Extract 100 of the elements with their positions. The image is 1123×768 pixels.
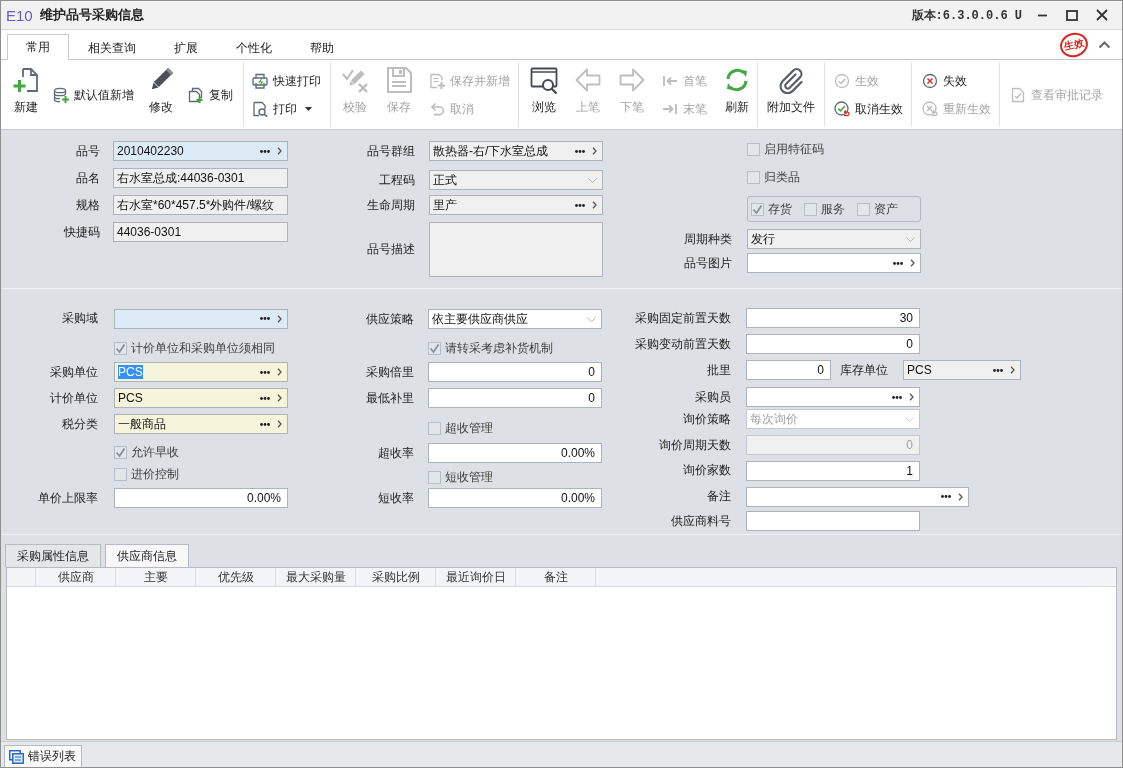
toolbar-button[interactable]: 新建 xyxy=(12,62,40,114)
app-logo: E10 xyxy=(6,6,33,24)
number-field[interactable]: 0 xyxy=(428,362,602,382)
checkbox[interactable] xyxy=(114,467,127,481)
dropdown-field[interactable]: 发行 xyxy=(747,229,921,249)
column-header: 备注 xyxy=(516,568,596,586)
checkbox[interactable] xyxy=(804,202,817,216)
field-label: 快捷码 xyxy=(64,223,100,241)
ellipsis-icon xyxy=(993,368,1003,372)
field-label: 短收率 xyxy=(378,489,414,507)
field-label: 采购员 xyxy=(695,388,731,406)
toolbar-button[interactable]: 失效 xyxy=(922,69,967,92)
lookup-field[interactable]: 一般商品 xyxy=(114,414,288,434)
lookup-field[interactable] xyxy=(114,308,288,329)
field-label: 批里 xyxy=(707,361,731,379)
checkbox[interactable] xyxy=(747,170,760,184)
number-field[interactable]: 0.00% xyxy=(428,488,602,508)
toolbar-button[interactable]: 刷新 xyxy=(723,62,751,114)
lookup-field[interactable] xyxy=(747,253,921,273)
field-label: 品名 xyxy=(76,169,100,187)
checkbox[interactable] xyxy=(114,445,127,459)
panel-tab[interactable]: 错误列表 xyxy=(4,745,82,767)
checkbox[interactable] xyxy=(857,202,870,216)
toolbar-button[interactable]: 默认值新增 xyxy=(53,83,134,106)
field-label: 询价周期天数 xyxy=(659,436,731,454)
ribbon-tab[interactable]: 扩展 xyxy=(155,35,217,60)
text-field[interactable]: 44036-0301 xyxy=(113,222,288,242)
number-field[interactable]: 1 xyxy=(746,460,920,481)
number-field[interactable]: 30 xyxy=(746,308,920,328)
field-label: 采购变动前置天数 xyxy=(635,335,731,353)
lookup-field[interactable]: 散热器-右/下水室总成 xyxy=(429,141,603,161)
column-header: 优先级 xyxy=(196,568,276,586)
checkbox[interactable] xyxy=(747,142,760,156)
maximize-icon xyxy=(1066,9,1078,21)
tab[interactable]: 采购属性信息 xyxy=(5,544,101,567)
toolbar-button[interactable]: 取消生效 xyxy=(834,97,903,120)
paperclip-icon xyxy=(777,66,805,94)
field-label: 备注 xyxy=(707,488,731,505)
check-circle-icon xyxy=(834,72,850,89)
checkbox-label: 超收管理 xyxy=(445,420,493,437)
field-label: 税分类 xyxy=(62,415,98,433)
toolbar-button[interactable]: 快速打印 xyxy=(252,69,321,92)
checkbox-label: 启用特征码 xyxy=(764,140,824,158)
dropdown-field[interactable]: 依主要供应商供应 xyxy=(428,309,602,329)
checkbox[interactable] xyxy=(428,470,441,484)
chevron-down-icon xyxy=(906,236,915,242)
number-field[interactable]: 0.00% xyxy=(114,488,288,508)
toolbar-button[interactable]: 附加文件 xyxy=(767,62,815,114)
toolbar-button[interactable]: 打印 xyxy=(252,97,312,120)
toolbar-button[interactable]: 浏览 xyxy=(530,62,558,114)
number-field[interactable]: 0 xyxy=(746,334,920,354)
column-header: 供应商 xyxy=(36,568,116,586)
lookup-field[interactable]: 里产 xyxy=(429,195,603,215)
text-field[interactable]: 右水室总成:44036-0301 xyxy=(113,168,288,188)
column-header: 最大采购量 xyxy=(276,568,356,586)
text-field[interactable] xyxy=(746,511,920,531)
chevron-right-icon xyxy=(277,420,282,428)
chevron-right-icon xyxy=(1010,366,1015,374)
dropdown-field[interactable]: 正式 xyxy=(429,170,603,190)
caret-down-icon xyxy=(305,106,312,111)
number-field[interactable]: 0.00% xyxy=(428,443,602,463)
number-field[interactable]: 0 xyxy=(428,388,602,408)
field-label: 规格 xyxy=(76,196,100,214)
arrow-right-icon xyxy=(618,66,646,94)
text-field[interactable]: 右水室*60*457.5*外购件/螺纹 xyxy=(113,195,288,215)
lookup-field[interactable]: PCS xyxy=(903,360,1021,380)
check-circle-undo-icon xyxy=(834,100,850,117)
checkbox[interactable] xyxy=(428,422,441,435)
checkbox[interactable] xyxy=(428,341,441,355)
lookup-field[interactable]: 2010402230 xyxy=(113,141,288,161)
ribbon-tab[interactable]: 常用 xyxy=(7,34,69,60)
tab[interactable]: 供应商信息 xyxy=(105,544,189,567)
chevron-right-icon xyxy=(592,147,597,155)
field-label: 品号群组 xyxy=(367,142,415,160)
checkbox[interactable] xyxy=(751,202,764,216)
lookup-field[interactable]: PCS xyxy=(114,388,288,408)
field-label: 供应策略 xyxy=(366,310,414,328)
checkbox-label: 短收管理 xyxy=(445,468,493,486)
toolbar-button[interactable]: 复制 xyxy=(188,83,233,106)
field-label: 采购倍里 xyxy=(366,363,414,381)
lookup-field[interactable] xyxy=(746,486,969,507)
ribbon-tab[interactable]: 个性化 xyxy=(217,35,291,60)
field-label: 库存单位 xyxy=(840,361,888,379)
field-label: 品号 xyxy=(76,142,100,160)
toolbar-button[interactable]: 修改 xyxy=(147,62,175,114)
chevron-right-icon xyxy=(958,492,963,501)
text-area[interactable] xyxy=(429,222,603,277)
ellipsis-icon xyxy=(260,370,270,374)
ellipsis-icon xyxy=(941,495,951,498)
lookup-field[interactable] xyxy=(746,387,920,407)
chevron-right-icon xyxy=(277,394,282,402)
ribbon-tab[interactable]: 相关查询 xyxy=(69,35,155,60)
ribbon-tab[interactable]: 帮助 xyxy=(291,35,353,60)
checkbox[interactable] xyxy=(114,341,127,355)
document-search-icon xyxy=(252,100,268,117)
checkbox-label: 计价单位和采购单位须相同 xyxy=(131,339,275,357)
number-field[interactable]: 0 xyxy=(746,360,831,380)
ellipsis-icon xyxy=(892,395,902,399)
collapse-button[interactable] xyxy=(1097,38,1112,51)
ellipsis-icon xyxy=(575,149,585,153)
